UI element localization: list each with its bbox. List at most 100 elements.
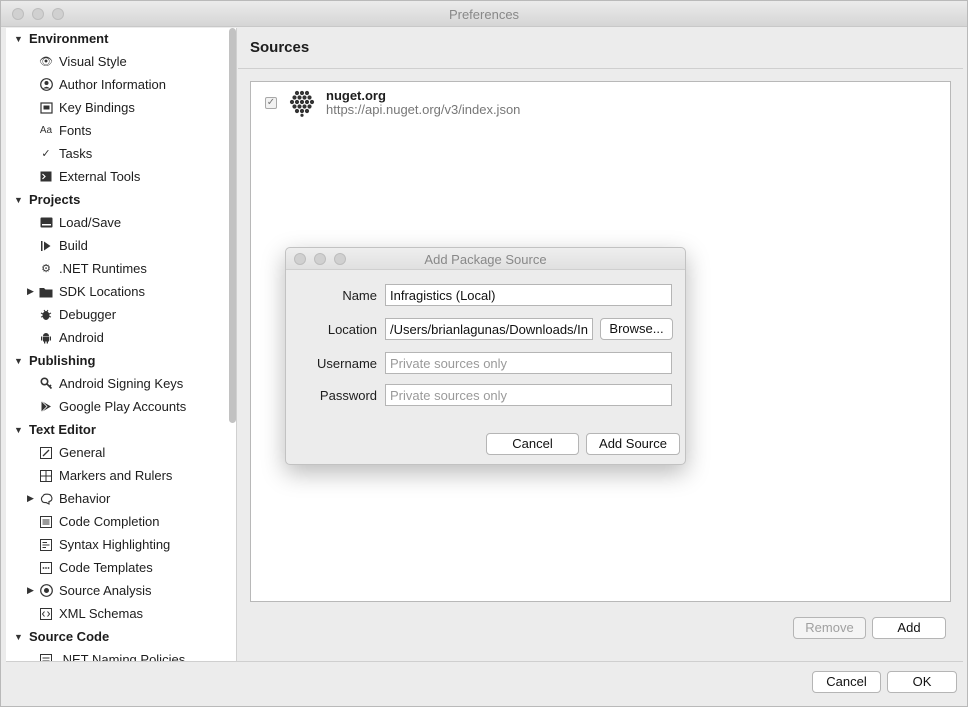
terminal-icon — [39, 170, 53, 184]
sidebar-category-source-code[interactable]: ▼ Source Code — [6, 625, 230, 648]
location-field[interactable] — [385, 318, 593, 340]
sidebar-category-text-editor[interactable]: ▼ Text Editor — [6, 418, 230, 441]
sidebar-item-label: .NET Naming Policies — [59, 652, 186, 661]
gear-icon: ⚙ — [41, 263, 51, 275]
sidebar-category-projects[interactable]: ▼ Projects — [6, 188, 230, 211]
cancel-button[interactable]: Cancel — [812, 671, 881, 693]
sidebar-item-visual-style[interactable]: 👁 Visual Style — [6, 50, 230, 73]
title-bar: Preferences — [1, 1, 967, 27]
remove-button[interactable]: Remove — [793, 617, 866, 639]
sidebar-item-label: Syntax Highlighting — [59, 537, 171, 552]
source-enabled-checkbox[interactable]: ✓ — [265, 97, 277, 109]
source-name: nuget.org — [326, 88, 386, 103]
sidebar-item-label: Tasks — [59, 146, 93, 161]
target-icon — [39, 584, 53, 598]
list-icon — [39, 515, 53, 529]
password-field[interactable] — [385, 384, 672, 406]
disclosure-open-icon[interactable]: ▼ — [14, 425, 23, 435]
username-label: Username — [317, 356, 377, 371]
sidebar-item-label: Source Analysis — [59, 583, 152, 598]
disclosure-closed-icon[interactable]: ▶ — [27, 286, 34, 297]
sidebar-item-key-bindings[interactable]: Key Bindings — [6, 96, 230, 119]
preferences-sidebar: ▼ Environment 👁 Visual Style Author Info… — [6, 28, 237, 661]
sidebar-item-android-signing-keys[interactable]: Android Signing Keys — [6, 372, 230, 395]
username-field[interactable] — [385, 352, 672, 374]
sidebar-item-label: .NET Runtimes — [59, 261, 147, 276]
build-icon — [39, 239, 53, 253]
source-url: https://api.nuget.org/v3/index.json — [326, 102, 521, 117]
sidebar-item-source-analysis[interactable]: ▶ Source Analysis — [6, 579, 230, 602]
sidebar-item-net-naming-policies[interactable]: .NET Naming Policies — [6, 648, 230, 661]
android-icon — [39, 331, 53, 345]
sidebar-scrollbar[interactable] — [229, 28, 236, 423]
checkmark-icon: ✓ — [41, 148, 51, 160]
sidebar-item-sdk-locations[interactable]: ▶ SDK Locations — [6, 280, 230, 303]
sidebar-item-label: Google Play Accounts — [59, 399, 187, 414]
dialog-title-bar: Add Package Source — [286, 248, 685, 270]
bug-icon — [39, 308, 53, 322]
sidebar-item-load-save[interactable]: Load/Save — [6, 211, 230, 234]
font-icon: Aa — [39, 125, 53, 136]
sidebar-category-publishing[interactable]: ▼ Publishing — [6, 349, 230, 372]
sidebar-item-label: Code Completion — [59, 514, 160, 529]
category-label: Projects — [29, 192, 81, 207]
sidebar-item-label: Android — [59, 330, 104, 345]
add-source-button[interactable]: Add Source — [586, 433, 680, 455]
naming-policy-icon — [39, 653, 53, 661]
sidebar-item-label: Fonts — [59, 123, 92, 138]
disclosure-closed-icon[interactable]: ▶ — [27, 585, 34, 596]
sidebar-item-build[interactable]: Build — [6, 234, 230, 257]
sidebar-item-general[interactable]: General — [6, 441, 230, 464]
name-field[interactable] — [385, 284, 672, 306]
category-label: Publishing — [29, 353, 96, 368]
sidebar-item-net-runtimes[interactable]: ⚙ .NET Runtimes — [6, 257, 230, 280]
sidebar-item-label: General — [59, 445, 106, 460]
disclosure-open-icon[interactable]: ▼ — [14, 195, 23, 205]
sidebar-item-label: Key Bindings — [59, 100, 135, 115]
sidebar-item-label: Behavior — [59, 491, 111, 506]
sidebar-item-label: XML Schemas — [59, 606, 144, 621]
disk-icon — [39, 216, 53, 230]
disclosure-open-icon[interactable]: ▼ — [14, 34, 23, 44]
ok-button[interactable]: OK — [887, 671, 957, 693]
dialog-cancel-button[interactable]: Cancel — [486, 433, 579, 455]
sidebar-item-behavior[interactable]: ▶ Behavior — [6, 487, 230, 510]
password-label: Password — [319, 388, 377, 403]
sidebar-item-code-templates[interactable]: Code Templates — [6, 556, 230, 579]
document-icon — [39, 538, 53, 552]
sidebar-item-label: Debugger — [59, 307, 117, 322]
brain-icon — [39, 492, 53, 506]
user-icon — [39, 78, 53, 92]
sidebar-item-debugger[interactable]: Debugger — [6, 303, 230, 326]
sidebar-item-markers-and-rulers[interactable]: Markers and Rulers — [6, 464, 230, 487]
key-icon — [39, 377, 53, 391]
name-label: Name — [342, 288, 377, 303]
sidebar-item-author-information[interactable]: Author Information — [6, 73, 230, 96]
sidebar-category-environment[interactable]: ▼ Environment — [6, 28, 230, 50]
sidebar-item-external-tools[interactable]: External Tools — [6, 165, 230, 188]
folder-icon — [39, 285, 53, 299]
sidebar-item-label: Visual Style — [59, 54, 127, 69]
sidebar-item-tasks[interactable]: ✓ Tasks — [6, 142, 230, 165]
title-divider — [238, 68, 963, 69]
sidebar-item-code-completion[interactable]: Code Completion — [6, 510, 230, 533]
sidebar-item-fonts[interactable]: Aa Fonts — [6, 119, 230, 142]
footer-divider — [6, 661, 963, 662]
category-label: Source Code — [29, 629, 110, 644]
disclosure-open-icon[interactable]: ▼ — [14, 356, 23, 366]
edit-icon — [39, 446, 53, 460]
sidebar-item-syntax-highlighting[interactable]: Syntax Highlighting — [6, 533, 230, 556]
disclosure-closed-icon[interactable]: ▶ — [27, 493, 34, 504]
add-button[interactable]: Add — [872, 617, 946, 639]
sidebar-item-android[interactable]: Android — [6, 326, 230, 349]
sidebar-item-google-play-accounts[interactable]: Google Play Accounts — [6, 395, 230, 418]
sidebar-item-label: Markers and Rulers — [59, 468, 173, 483]
grid-icon — [39, 469, 53, 483]
sidebar-item-label: Author Information — [59, 77, 166, 92]
sidebar-item-xml-schemas[interactable]: XML Schemas — [6, 602, 230, 625]
dialog-title: Add Package Source — [424, 252, 547, 267]
keyboard-icon — [39, 101, 53, 115]
sidebar-item-label: Android Signing Keys — [59, 376, 184, 391]
browse-button[interactable]: Browse... — [600, 318, 673, 340]
disclosure-open-icon[interactable]: ▼ — [14, 632, 23, 642]
